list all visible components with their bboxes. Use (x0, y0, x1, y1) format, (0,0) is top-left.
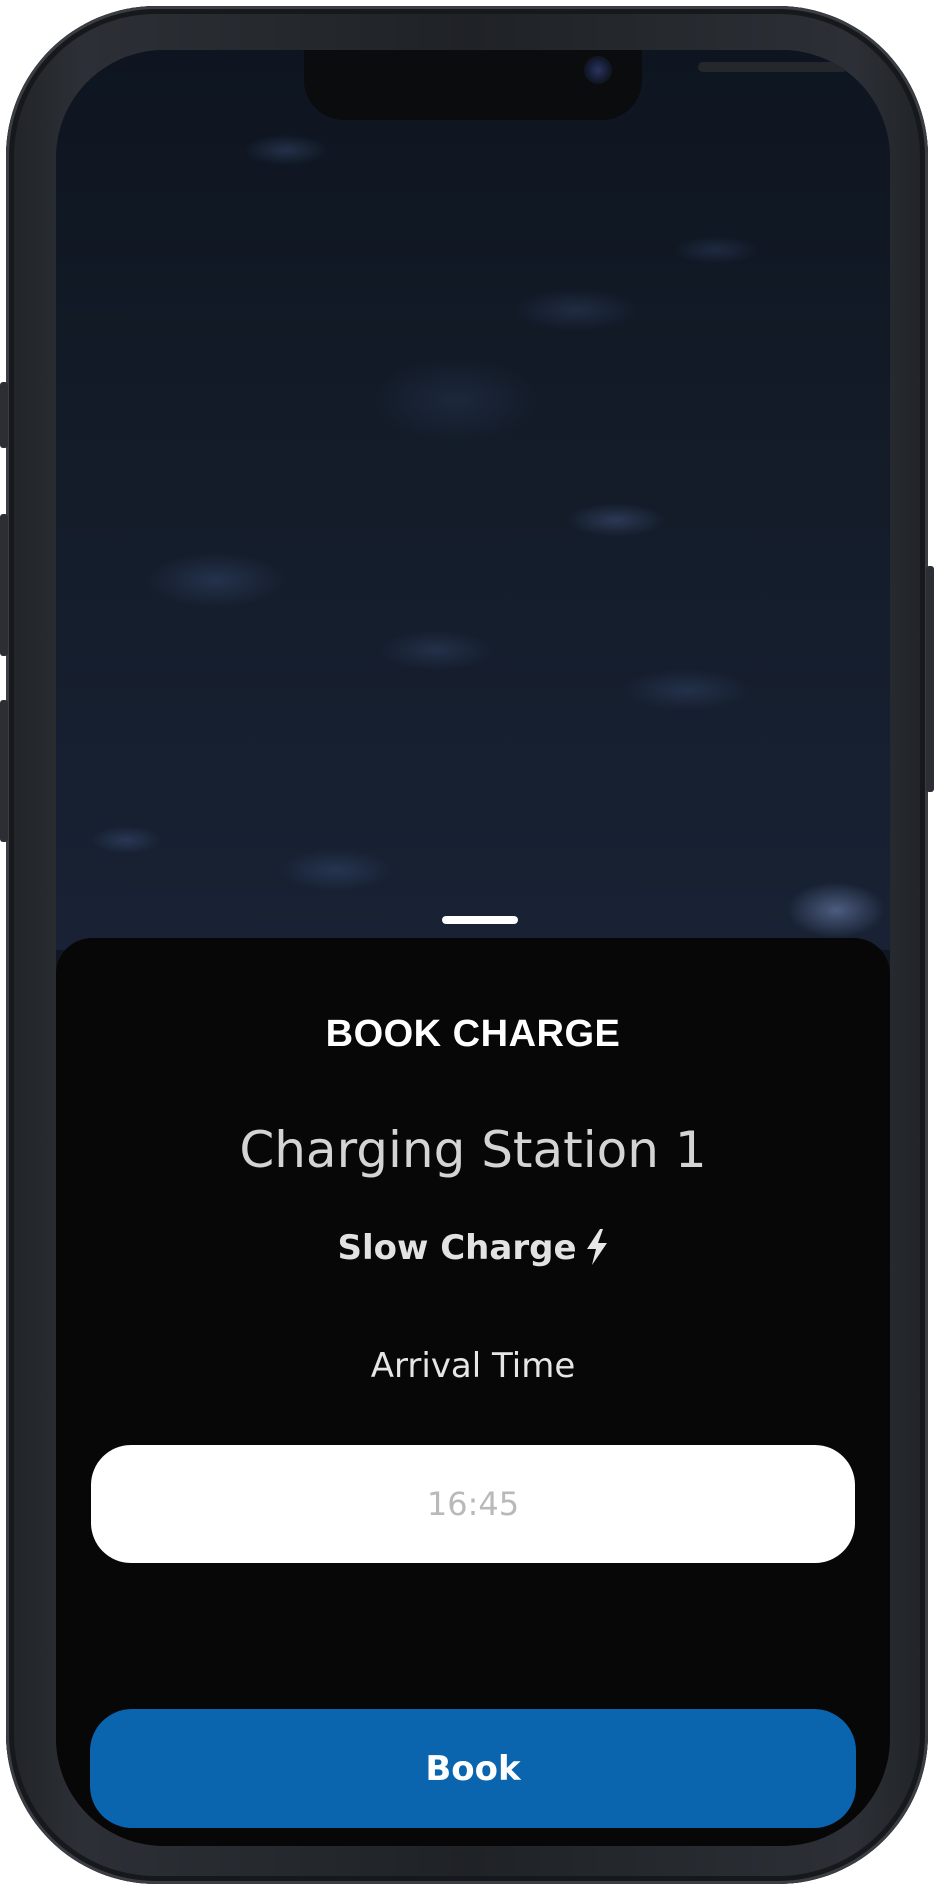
earpiece-speaker (698, 62, 848, 72)
volume-down-button (0, 700, 8, 842)
lightning-bolt-icon (585, 1229, 609, 1274)
arrival-time-input[interactable] (91, 1445, 855, 1563)
volume-up-button (0, 514, 8, 656)
charge-type-label: Slow Charge (337, 1228, 577, 1268)
station-name: Charging Station 1 (239, 1121, 707, 1179)
phone-frame: BOOK CHARGE Charging Station 1 Slow Char… (0, 6, 934, 1884)
book-charge-sheet: BOOK CHARGE Charging Station 1 Slow Char… (56, 938, 890, 1846)
sheet-drag-handle[interactable] (442, 916, 518, 924)
screen: BOOK CHARGE Charging Station 1 Slow Char… (56, 50, 890, 1846)
mute-switch (0, 382, 8, 448)
blurred-map-background (56, 50, 890, 950)
arrival-time-label: Arrival Time (370, 1346, 576, 1386)
power-button (926, 566, 934, 792)
sheet-title: BOOK CHARGE (325, 1013, 621, 1055)
notch (304, 50, 848, 120)
front-camera (584, 56, 612, 84)
book-button[interactable]: Book (90, 1709, 856, 1828)
charge-type: Slow Charge (56, 1228, 890, 1274)
